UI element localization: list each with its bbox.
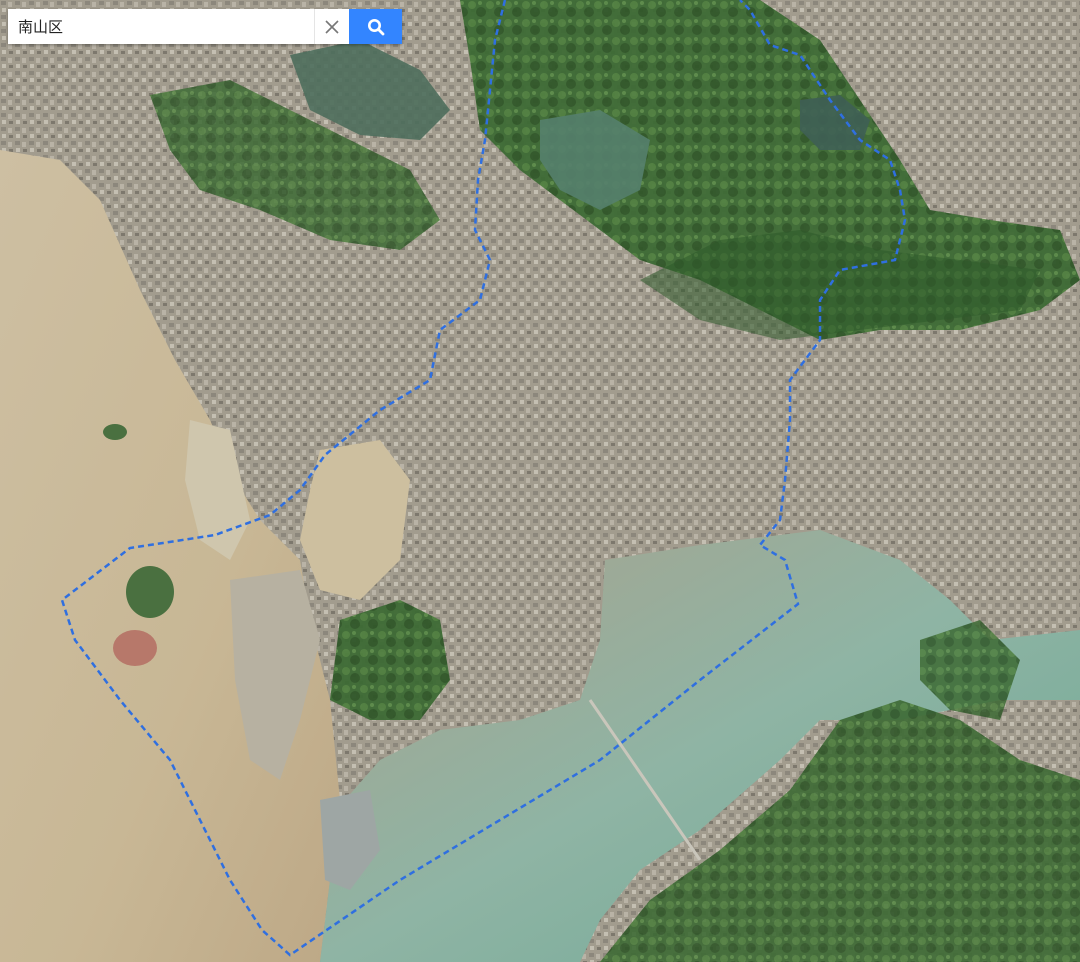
search-input[interactable]	[8, 9, 314, 44]
search-bar	[8, 9, 402, 44]
island-small	[103, 424, 127, 440]
search-icon	[367, 18, 384, 35]
island-inner-lingding	[126, 566, 174, 618]
forest-nanshan	[330, 600, 450, 720]
close-icon	[325, 19, 339, 34]
satellite-map[interactable]	[0, 0, 1080, 962]
island-dachan	[113, 630, 157, 666]
search-button[interactable]	[349, 9, 402, 44]
clear-search-button[interactable]	[314, 9, 349, 44]
